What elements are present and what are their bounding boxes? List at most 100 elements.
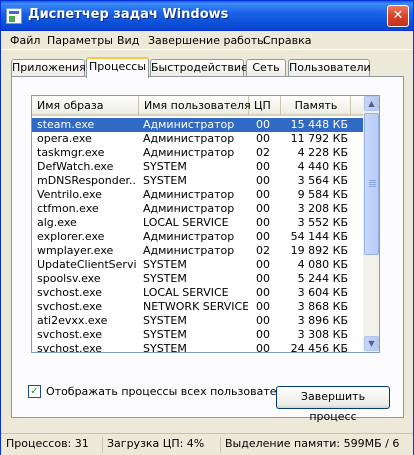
task-manager-window: Диспетчер задач Windows ✕ Файл Параметры… <box>0 0 414 455</box>
tab-performance[interactable]: Быстродействие <box>150 59 248 77</box>
table-row[interactable]: svchost.exe SYSTEM 00 24 456 КБ <box>32 342 379 353</box>
menu-view[interactable]: Вид <box>117 34 139 47</box>
cell-memory: 3 868 КБ <box>297 300 348 313</box>
end-process-button[interactable]: Завершить процесс <box>276 386 390 423</box>
table-row[interactable]: opera.exe Администратор 00 11 792 КБ <box>32 132 379 146</box>
cell-user-name: SYSTEM <box>143 342 187 353</box>
scroll-down-button[interactable]: ▼ <box>364 336 379 351</box>
cell-cpu: 00 <box>256 160 270 173</box>
cell-memory: 4 080 КБ <box>297 258 348 271</box>
cell-user-name: Администратор <box>143 202 235 215</box>
table-row[interactable]: ati2evxx.exe SYSTEM 00 3 896 КБ <box>32 314 379 328</box>
tab-network[interactable]: Сеть <box>246 59 286 77</box>
close-button[interactable]: ✕ <box>387 5 409 27</box>
cell-image-name: alg.exe <box>37 216 77 229</box>
cell-memory: 3 552 КБ <box>297 216 348 229</box>
cell-user-name: Администратор <box>143 146 235 159</box>
table-row[interactable]: mDNSResponder.... SYSTEM 00 3 564 КБ <box>32 174 379 188</box>
cell-cpu: 00 <box>256 216 270 229</box>
cell-image-name: spoolsv.exe <box>37 272 101 285</box>
cell-image-name: svchost.exe <box>37 286 103 299</box>
cell-user-name: SYSTEM <box>143 328 187 341</box>
cell-memory: 15 448 КБ <box>290 118 348 131</box>
cell-user-name: LOCAL SERVICE <box>143 286 229 299</box>
cell-image-name: UpdateClientServi... <box>37 258 137 271</box>
cell-user-name: Администратор <box>143 132 235 145</box>
list-header: Имя образа Имя пользователя ЦП Память <box>32 96 379 116</box>
table-row[interactable]: steam.exe Администратор 00 15 448 КБ <box>32 118 379 132</box>
cell-image-name: DefWatch.exe <box>37 160 114 173</box>
cell-image-name: ati2evxx.exe <box>37 314 108 327</box>
table-row[interactable]: alg.exe LOCAL SERVICE 00 3 552 КБ <box>32 216 379 230</box>
cell-memory: 9 584 КБ <box>297 188 348 201</box>
cell-memory: 3 896 КБ <box>297 314 348 327</box>
column-user-name[interactable]: Имя пользователя <box>139 96 251 116</box>
cell-cpu: 00 <box>256 174 270 187</box>
processes-panel: Имя образа Имя пользователя ЦП Память st… <box>11 76 404 418</box>
table-row[interactable]: wmplayer.exe Администратор 02 19 892 КБ <box>32 244 379 258</box>
scroll-thumb[interactable] <box>364 113 379 255</box>
status-cpu-usage: Загрузка ЦП: 4% <box>102 437 220 453</box>
cell-cpu: 00 <box>256 342 270 353</box>
table-row[interactable]: spoolsv.exe SYSTEM 00 5 244 КБ <box>32 272 379 286</box>
table-row[interactable]: ctfmon.exe Администратор 00 3 208 КБ <box>32 202 379 216</box>
column-memory[interactable]: Память <box>281 96 351 116</box>
status-bar: Процессов: 31 Загрузка ЦП: 4% Выделение … <box>1 433 413 455</box>
table-row[interactable]: Ventrilo.exe Администратор 00 9 584 КБ <box>32 188 379 202</box>
cell-memory: 3 208 КБ <box>297 202 348 215</box>
cell-memory: 3 604 КБ <box>297 286 348 299</box>
cell-memory: 4 228 КБ <box>297 146 348 159</box>
cell-memory: 24 456 КБ <box>290 342 348 353</box>
cell-memory: 3 564 КБ <box>297 174 348 187</box>
table-row[interactable]: DefWatch.exe SYSTEM 00 4 440 КБ <box>32 160 379 174</box>
cell-cpu: 00 <box>256 230 270 243</box>
cell-cpu: 00 <box>256 300 270 313</box>
title-bar[interactable]: Диспетчер задач Windows ✕ <box>1 1 413 31</box>
table-row[interactable]: UpdateClientServi... SYSTEM 00 4 080 КБ <box>32 258 379 272</box>
show-all-users-checkbox[interactable]: ✓ <box>28 385 41 398</box>
table-row[interactable]: explorer.exe Администратор 00 54 144 КБ <box>32 230 379 244</box>
cell-cpu: 02 <box>256 244 270 257</box>
cell-cpu: 00 <box>256 188 270 201</box>
table-row[interactable]: taskmgr.exe Администратор 02 4 228 КБ <box>32 146 379 160</box>
menu-bar: Файл Параметры Вид Завершение работы Спр… <box>1 31 413 50</box>
cell-image-name: mDNSResponder.... <box>37 174 137 187</box>
tab-processes[interactable]: Процессы <box>86 57 149 78</box>
cell-image-name: ctfmon.exe <box>37 202 99 215</box>
cell-image-name: taskmgr.exe <box>37 146 105 159</box>
cell-user-name: NETWORK SERVICE <box>143 300 248 313</box>
show-all-users-label[interactable]: Отображать процессы всех пользователей <box>46 385 297 398</box>
table-row[interactable]: svchost.exe NETWORK SERVICE 00 3 868 КБ <box>32 300 379 314</box>
tab-users[interactable]: Пользователи <box>288 59 371 77</box>
cell-memory: 3 308 КБ <box>297 328 348 341</box>
cell-image-name: opera.exe <box>37 132 92 145</box>
cell-user-name: SYSTEM <box>143 174 187 187</box>
column-image-name[interactable]: Имя образа <box>32 96 139 116</box>
cell-cpu: 00 <box>256 314 270 327</box>
cell-user-name: SYSTEM <box>143 160 187 173</box>
table-row[interactable]: svchost.exe SYSTEM 00 3 308 КБ <box>32 328 379 342</box>
cell-user-name: SYSTEM <box>143 314 187 327</box>
menu-options[interactable]: Параметры <box>47 34 113 47</box>
menu-help[interactable]: Справка <box>263 34 311 47</box>
cell-user-name: Администратор <box>143 188 235 201</box>
tab-applications[interactable]: Приложения <box>11 59 86 77</box>
cell-image-name: svchost.exe <box>37 300 103 313</box>
cell-image-name: Ventrilo.exe <box>37 188 102 201</box>
cell-cpu: 02 <box>256 146 270 159</box>
cell-user-name: SYSTEM <box>143 258 187 271</box>
cell-memory: 11 792 КБ <box>290 132 348 145</box>
vertical-scrollbar[interactable]: ▲ ▼ <box>363 95 380 353</box>
table-row[interactable]: svchost.exe LOCAL SERVICE 00 3 604 КБ <box>32 286 379 300</box>
cell-user-name: Администратор <box>143 118 235 131</box>
tab-strip: Приложения Процессы Быстродействие Сеть … <box>11 57 403 78</box>
cell-cpu: 00 <box>256 132 270 145</box>
scroll-up-button[interactable]: ▲ <box>364 96 379 111</box>
column-cpu[interactable]: ЦП <box>249 96 281 116</box>
cell-cpu: 00 <box>256 258 270 271</box>
process-list[interactable]: Имя образа Имя пользователя ЦП Память st… <box>31 95 380 353</box>
cell-memory: 19 892 КБ <box>290 244 348 257</box>
status-memory-commit: Выделение памяти: 599МБ / 6 <box>220 437 413 453</box>
menu-file[interactable]: Файл <box>10 34 40 47</box>
menu-shutdown[interactable]: Завершение работы <box>148 34 266 47</box>
